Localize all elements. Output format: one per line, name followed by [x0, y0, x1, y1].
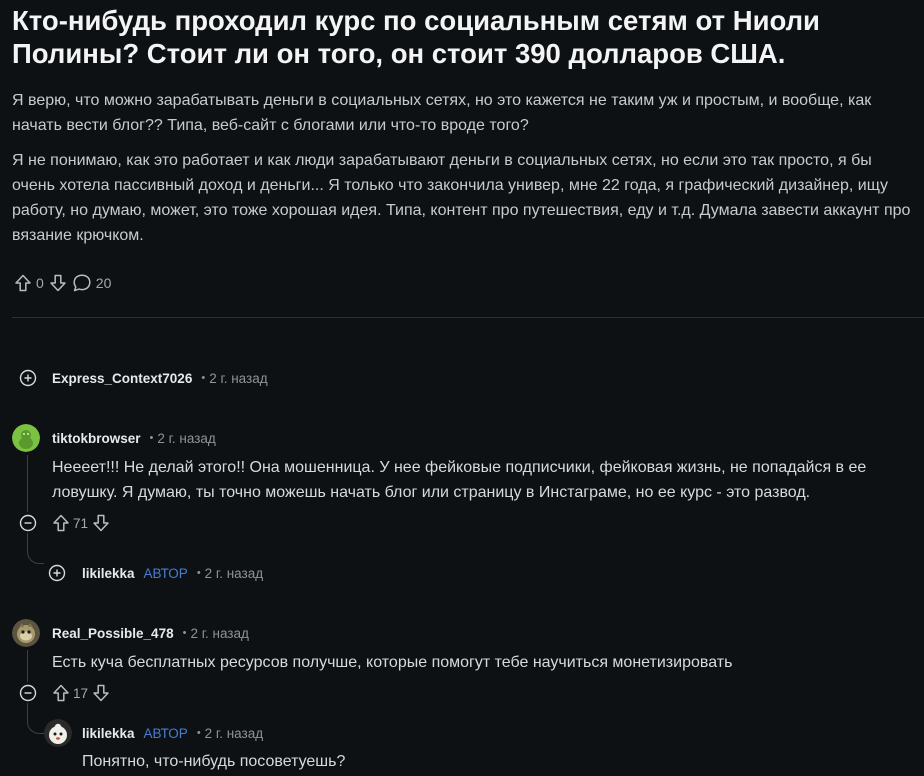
separator: •: [196, 567, 201, 579]
comment-time: 2 г. назад: [209, 370, 268, 386]
comment-meta: tiktokbrowser • 2 г. назад: [52, 428, 216, 448]
op-badge: АВТОР: [143, 725, 188, 741]
collapse-comment-button[interactable]: [18, 513, 38, 533]
comment-meta: likilekka АВТОР • 2 г. назад: [82, 723, 263, 743]
separator: •: [196, 727, 201, 739]
separator: •: [182, 627, 187, 639]
thread-line: [27, 455, 28, 512]
thread-line: [27, 533, 28, 545]
comment-author[interactable]: likilekka: [82, 566, 135, 581]
comment-text: Понятно, что-нибудь посоветуешь?: [82, 753, 346, 770]
comment-score: 71: [73, 515, 89, 531]
post-title: Кто-нибудь проходил курс по социальным с…: [12, 5, 820, 69]
post-score: 0: [36, 275, 44, 291]
thread-line: [27, 650, 28, 682]
upvote-icon[interactable]: [50, 512, 72, 534]
plus-circle-icon: [48, 564, 66, 582]
avatar[interactable]: [12, 619, 40, 647]
comment-count[interactable]: 20: [96, 275, 112, 291]
separator: •: [149, 432, 154, 444]
op-badge: АВТОР: [143, 565, 188, 581]
comment-meta: likilekka АВТОР • 2 г. назад: [82, 563, 263, 583]
upvote-icon[interactable]: [50, 682, 72, 704]
comment-vote-bar: 17: [50, 682, 112, 704]
comment-meta: Real_Possible_478 • 2 г. назад: [52, 623, 249, 643]
avatar[interactable]: [44, 719, 72, 747]
minus-circle-icon: [19, 514, 37, 532]
comment-icon[interactable]: [71, 272, 93, 294]
downvote-icon[interactable]: [90, 512, 112, 534]
thread-connector: [27, 545, 44, 564]
comment-author[interactable]: tiktokbrowser: [52, 431, 141, 446]
comment-text: Неееет!!! Не делай этого!! Она мошенница…: [52, 459, 867, 501]
comment-vote-bar: 71: [50, 512, 112, 534]
minus-circle-icon: [19, 684, 37, 702]
expand-comment-button[interactable]: [18, 368, 38, 388]
comment-time: 2 г. назад: [204, 725, 264, 741]
post-paragraph: Я верю, что можно зарабатывать деньги в …: [12, 92, 872, 134]
downvote-icon[interactable]: [47, 272, 69, 294]
upvote-icon[interactable]: [12, 272, 34, 294]
divider: [12, 317, 924, 318]
post-paragraph: Я не понимаю, как это работает и как люд…: [12, 152, 911, 244]
comment-author[interactable]: likilekka: [82, 726, 135, 741]
comment-author[interactable]: Real_Possible_478: [52, 626, 174, 641]
thread-line: [27, 703, 28, 715]
comment-time: 2 г. назад: [190, 625, 249, 641]
collapse-comment-button[interactable]: [18, 683, 38, 703]
comment-author[interactable]: Express_Context7026: [52, 371, 192, 386]
avatar[interactable]: [12, 424, 40, 452]
post-action-bar: 0 20: [12, 271, 114, 295]
comment-time: 2 г. назад: [157, 430, 216, 446]
separator: •: [201, 372, 206, 384]
expand-comment-button[interactable]: [47, 563, 67, 583]
comment-text: Есть куча бесплатных ресурсов получше, к…: [52, 654, 733, 671]
comment-time: 2 г. назад: [204, 565, 264, 581]
plus-circle-icon: [19, 369, 37, 387]
comment-score: 17: [73, 685, 89, 701]
post-body: Я верю, что можно зарабатывать деньги в …: [12, 88, 917, 258]
thread-connector: [27, 715, 44, 734]
comment-meta: Express_Context7026 • 2 г. назад: [52, 368, 268, 388]
downvote-icon[interactable]: [90, 682, 112, 704]
